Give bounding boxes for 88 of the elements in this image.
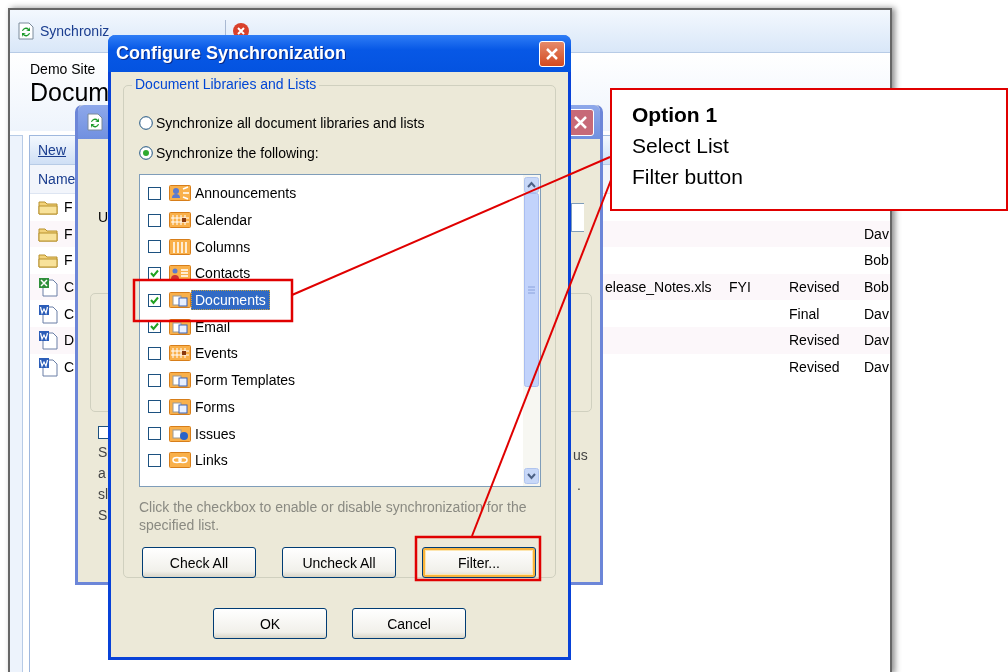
- new-menu[interactable]: New: [38, 142, 66, 158]
- table-cell: Revised: [789, 332, 840, 349]
- close-button[interactable]: [539, 40, 565, 67]
- list-item[interactable]: Links: [191, 450, 232, 471]
- word-document-icon: [38, 303, 58, 324]
- dialog-title: Configure Synchronization: [116, 43, 346, 64]
- button[interactable]: Filter...: [422, 547, 536, 578]
- table-cell: Final: [789, 305, 820, 322]
- list-item[interactable]: Columns: [191, 236, 255, 257]
- table-cell: Revised: [789, 358, 840, 375]
- checkbox[interactable]: [148, 373, 161, 387]
- button[interactable]: OK: [213, 608, 327, 639]
- word-document-icon: [38, 330, 58, 351]
- radio-label[interactable]: Synchronize the following:: [156, 145, 319, 161]
- list-item[interactable]: Contacts: [191, 263, 255, 284]
- description-text: .: [577, 477, 581, 493]
- button[interactable]: Uncheck All: [282, 547, 396, 578]
- radio-button[interactable]: [139, 146, 153, 160]
- checkbox[interactable]: [148, 293, 161, 307]
- sync-icon: [18, 22, 34, 40]
- description-text: sl: [98, 486, 109, 502]
- table-cell: Revised: [789, 279, 840, 296]
- table-cell: Dav: [864, 225, 889, 242]
- table-cell: C: [64, 279, 75, 296]
- callout-text: Filter button: [632, 164, 744, 190]
- table-cell: FYI: [729, 279, 751, 296]
- columns-icon: [169, 238, 191, 255]
- callout-text: Select List: [632, 133, 730, 159]
- table-cell: F: [64, 199, 73, 216]
- site-name: Demo Site: [30, 61, 96, 77]
- chain-link-icon: [169, 452, 191, 469]
- table-cell: F: [64, 252, 73, 269]
- callout-title: Option 1: [632, 102, 719, 128]
- checkbox[interactable]: [148, 186, 161, 200]
- table-cell: Dav: [864, 332, 889, 349]
- list-item[interactable]: Form Templates: [191, 370, 300, 391]
- sync-icon: [87, 113, 103, 131]
- spreadsheet-icon: [38, 277, 58, 298]
- synchronize-link[interactable]: Synchroniz: [40, 23, 110, 39]
- table-cell: C: [64, 305, 75, 322]
- list-item[interactable]: Forms: [191, 396, 239, 417]
- checkbox[interactable]: [148, 266, 161, 280]
- announcement-icon: [169, 185, 191, 202]
- list-item[interactable]: Calendar: [191, 210, 256, 231]
- list-item[interactable]: Issues: [191, 423, 240, 444]
- word-document-icon: [38, 356, 58, 377]
- table-cell: elease_Notes.xls: [605, 279, 712, 296]
- table-cell: C: [64, 358, 75, 375]
- list-item[interactable]: Events: [191, 343, 242, 364]
- issue-folder-icon: [169, 425, 191, 442]
- folder-icon: [38, 199, 58, 216]
- description-text: us: [573, 447, 588, 463]
- checkbox[interactable]: [148, 240, 161, 254]
- list-item[interactable]: Announcements: [191, 183, 301, 204]
- input-field[interactable]: [571, 203, 584, 232]
- page-title: Docum: [30, 77, 110, 107]
- list-item[interactable]: Email: [191, 316, 234, 337]
- checkbox[interactable]: [148, 427, 161, 441]
- calendar-icon: [169, 212, 191, 229]
- radio-button[interactable]: [139, 116, 153, 130]
- field-label: U: [98, 209, 109, 225]
- description-text: a: [98, 465, 106, 481]
- description-text: S: [98, 507, 108, 523]
- checkbox[interactable]: [148, 453, 161, 467]
- hint-text: Click the checkbox to enable or disable synchronization for the specified list.: [139, 498, 528, 534]
- table-cell: Dav: [864, 305, 889, 322]
- group-title: Document Libraries and Lists: [132, 76, 320, 92]
- library-folder-icon: [169, 292, 191, 309]
- description-text: S: [98, 444, 108, 460]
- button[interactable]: Cancel: [352, 608, 466, 639]
- library-folder-icon: [169, 398, 191, 415]
- folder-icon: [38, 225, 58, 242]
- table-cell: Bob: [864, 279, 889, 296]
- checkbox[interactable]: [148, 346, 161, 360]
- close-icon: [544, 45, 560, 62]
- folder-icon: [38, 252, 58, 269]
- radio-label[interactable]: Synchronize all document libraries and lists: [156, 115, 425, 131]
- table-cell: Dav: [864, 358, 889, 375]
- table-cell: Bob: [864, 252, 889, 269]
- table-cell: F: [64, 225, 73, 242]
- calendar-icon: [169, 345, 191, 362]
- checkbox[interactable]: [148, 213, 161, 227]
- button[interactable]: Check All: [142, 547, 256, 578]
- library-folder-icon: [169, 372, 191, 389]
- list-item[interactable]: Documents: [191, 290, 270, 311]
- column-header[interactable]: Name: [38, 171, 76, 187]
- table-cell: D: [64, 332, 75, 349]
- checkbox[interactable]: [148, 400, 161, 414]
